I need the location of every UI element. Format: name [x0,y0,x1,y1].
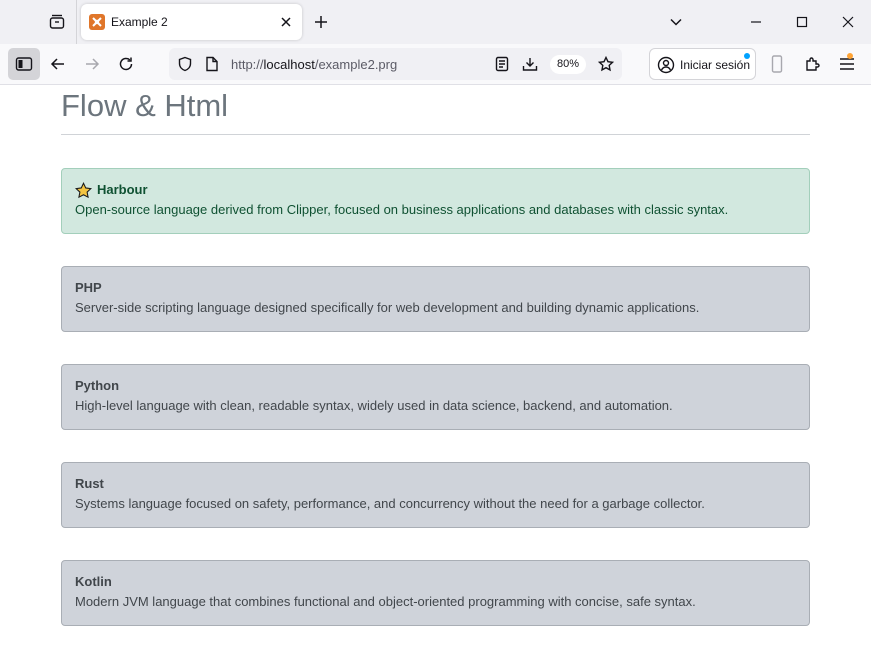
title-divider [61,134,810,135]
forward-button[interactable] [78,50,106,78]
back-button[interactable] [44,50,72,78]
card-title: PHP [75,280,102,295]
tab-title: Example 2 [111,15,168,29]
language-card-rust[interactable]: Rust Systems language focused on safety,… [61,462,810,528]
chevron-down-icon [670,18,682,26]
tab-example-2[interactable]: Example 2 [81,4,302,40]
card-description: Systems language focused on safety, perf… [75,496,705,511]
card-title: Rust [75,476,104,491]
sidebar-icon [15,57,33,71]
card-title: Harbour [75,181,796,199]
sidebar-toggle-button[interactable] [8,48,40,80]
url-protocol: http:// [231,57,264,72]
tab-strip: Example 2 [0,0,871,44]
arrow-right-icon [86,58,100,70]
card-description: High-level language with clean, readable… [75,398,673,413]
url-host: localhost [263,57,315,72]
device-button[interactable] [763,50,791,78]
maximize-icon [796,16,808,28]
close-icon [281,17,291,27]
reader-view-icon [495,56,509,72]
list-all-tabs-button[interactable] [664,10,688,34]
plus-icon [315,16,327,28]
card-description: Modern JVM language that combines functi… [75,594,696,609]
navigation-toolbar: http://localhost/example2.prg 80% Inicia… [0,44,871,85]
phone-icon [771,55,783,73]
card-description: Open-source language derived from Clippe… [75,202,729,217]
card-title-text: Harbour [97,182,148,197]
card-title: Python [75,378,120,393]
minimize-button[interactable] [742,8,770,36]
download-icon [522,58,538,71]
save-page-button[interactable] [520,54,540,74]
url-path: /example2.prg [314,57,398,72]
notification-dot [744,53,750,59]
page-icon[interactable] [202,54,222,74]
page-content: Flow & Html Harbour Open-source language… [0,85,871,659]
tab-list-icon [49,14,65,29]
menu-update-badge [847,53,853,59]
site-favicon-icon [89,14,105,30]
zoom-level-badge[interactable]: 80% [550,55,586,74]
address-bar[interactable]: http://localhost/example2.prg 80% [169,48,622,80]
puzzle-icon [806,57,820,71]
arrow-left-icon [50,58,64,70]
hamburger-menu-icon [840,58,854,70]
language-card-python[interactable]: Python High-level language with clean, r… [61,364,810,430]
new-tab-button[interactable] [309,10,333,34]
reload-icon [119,57,133,71]
minimize-icon [751,21,761,23]
maximize-button[interactable] [788,8,816,36]
sign-in-button[interactable]: Iniciar sesión [649,48,756,80]
bookmark-button[interactable] [596,54,616,74]
window-close-button[interactable] [834,8,862,36]
card-title: Kotlin [75,574,112,589]
close-icon [842,16,854,28]
language-card-kotlin[interactable]: Kotlin Modern JVM language that combines… [61,560,810,626]
account-icon [656,55,676,75]
reload-button[interactable] [112,50,140,78]
extensions-button[interactable] [799,50,827,78]
star-outline-icon [598,56,614,72]
tab-separator [76,0,77,44]
tab-close-button[interactable] [277,13,295,31]
tab-list-button[interactable] [44,10,70,34]
page-title: Flow & Html [61,88,229,123]
sign-in-label: Iniciar sesión [680,58,751,72]
reader-view-button[interactable] [492,54,512,74]
language-card-php[interactable]: PHP Server-side scripting language desig… [61,266,810,332]
shield-icon[interactable] [175,54,195,74]
star-icon [75,181,92,199]
language-card-harbour[interactable]: Harbour Open-source language derived fro… [61,168,810,234]
url-text[interactable]: http://localhost/example2.prg [231,57,397,72]
card-description: Server-side scripting language designed … [75,300,700,315]
